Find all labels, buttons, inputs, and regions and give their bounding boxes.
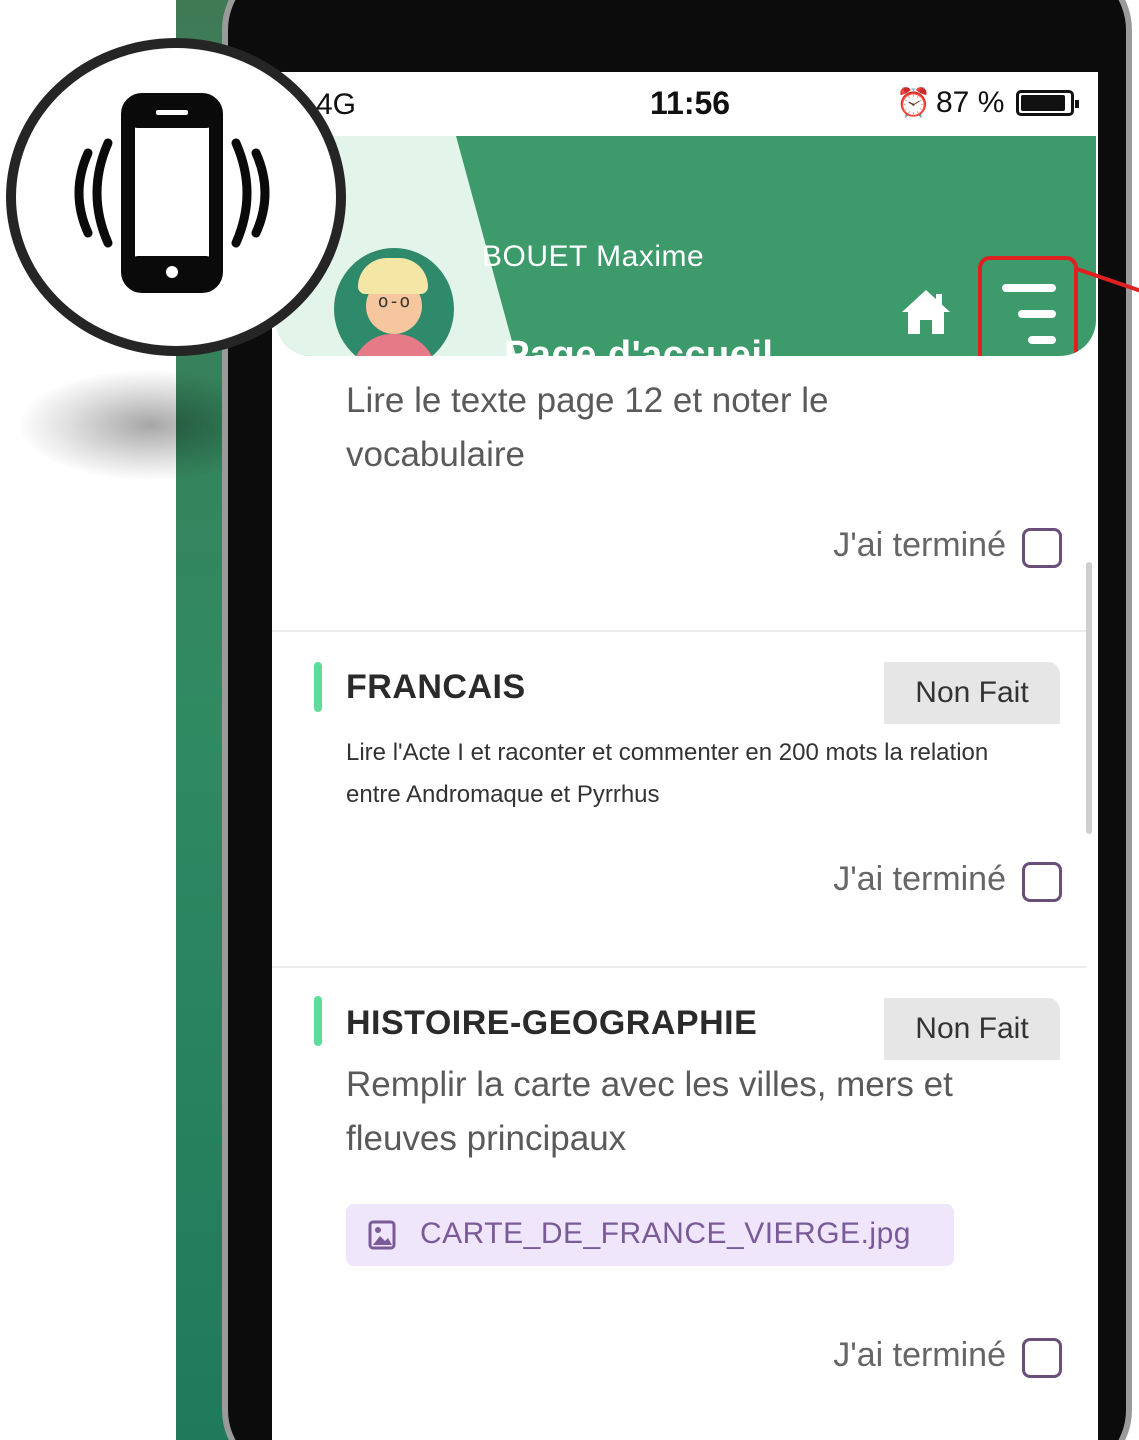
attachment-link[interactable]: CARTE_DE_FRANCE_VIERGE.jpg xyxy=(346,1204,954,1266)
app-header: o-o BOUET Maxime Page d'accueil xyxy=(276,136,1096,356)
alarm-icon: ⏰ xyxy=(896,87,931,118)
scrollbar[interactable] xyxy=(1086,562,1092,834)
status-bar: 4G 11:56 ⏰ 87 % xyxy=(272,72,1098,134)
home-icon[interactable] xyxy=(900,288,952,336)
checkbox[interactable] xyxy=(1022,528,1062,568)
battery-icon xyxy=(1016,90,1079,116)
task-card: Lire le texte page 12 et noter le vocabu… xyxy=(272,356,1086,632)
done-label: J'ai terminé xyxy=(833,1336,1006,1374)
menu-button[interactable] xyxy=(978,256,1078,356)
user-name: BOUET Maxime xyxy=(482,240,705,273)
page-title: Page d'accueil xyxy=(504,334,774,356)
clock: 11:56 xyxy=(650,85,731,121)
task-list: Lire le texte page 12 et noter le vocabu… xyxy=(272,356,1098,1440)
done-label: J'ai terminé xyxy=(833,860,1006,898)
pointer-line xyxy=(1074,266,1139,293)
battery-percent: 87 % xyxy=(936,86,1005,119)
checkbox[interactable] xyxy=(1022,1338,1062,1378)
task-description: Lire l'Acte I et raconter et commenter e… xyxy=(346,739,989,808)
subject-accent xyxy=(314,996,322,1046)
image-file-icon xyxy=(368,1220,396,1250)
task-description: Remplir la carte avec les villes, mers e… xyxy=(346,1065,953,1158)
checkbox[interactable] xyxy=(1022,862,1062,902)
done-checkbox[interactable]: J'ai terminé xyxy=(672,858,1062,908)
menu-icon xyxy=(1002,284,1056,292)
task-card: HISTOIRE-GEOGRAPHIE Non Fait Remplir la … xyxy=(272,968,1086,1440)
phone-screen: 4G 11:56 ⏰ 87 % o-o BOUET Maxime Page d'… xyxy=(272,72,1098,1440)
done-checkbox[interactable]: J'ai terminé xyxy=(672,1334,1062,1384)
task-description: Lire le texte page 12 et noter le vocabu… xyxy=(346,381,829,474)
subject-title: HISTOIRE-GEOGRAPHIE xyxy=(346,1004,758,1042)
task-card: FRANCAIS Non Fait Lire l'Acte I et racon… xyxy=(272,632,1086,968)
status-badge: Non Fait xyxy=(884,662,1060,724)
attachment-filename: CARTE_DE_FRANCE_VIERGE.jpg xyxy=(420,1217,911,1250)
vibration-badge xyxy=(6,38,346,356)
subject-title: FRANCAIS xyxy=(346,668,526,706)
subject-accent xyxy=(314,662,322,712)
vibrating-phone-icon xyxy=(74,93,270,293)
done-label: J'ai terminé xyxy=(833,526,1006,564)
status-badge: Non Fait xyxy=(884,998,1060,1060)
done-checkbox[interactable]: J'ai terminé xyxy=(672,524,1062,574)
